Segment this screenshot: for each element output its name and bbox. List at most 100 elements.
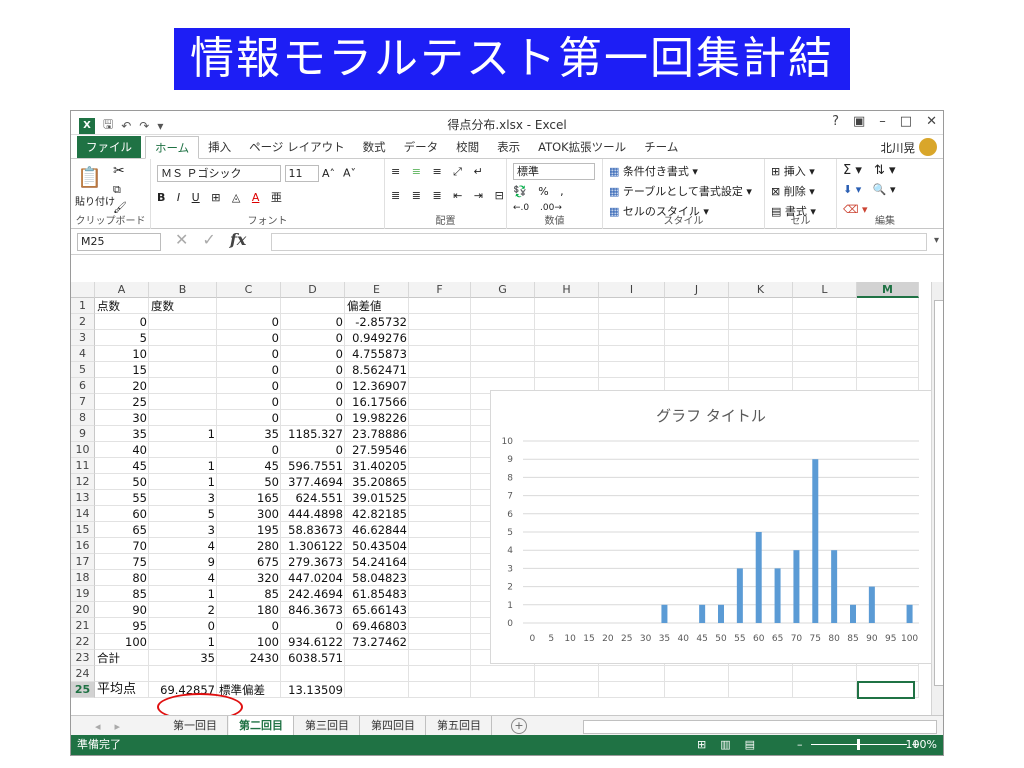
- find-select-icon[interactable]: 🔍 ▾: [873, 183, 896, 196]
- column-header-l[interactable]: L: [793, 282, 857, 298]
- cancel-icon[interactable]: ✕: [175, 230, 188, 249]
- enter-icon[interactable]: ✓: [202, 230, 215, 249]
- cell-d21[interactable]: 0: [281, 618, 345, 634]
- paste-button[interactable]: 貼り付け: [75, 193, 115, 208]
- cell-c11[interactable]: 45: [217, 458, 281, 474]
- cell-c19[interactable]: 85: [217, 586, 281, 602]
- cell-e5[interactable]: 8.562471: [345, 362, 409, 378]
- row-header-8[interactable]: 8: [71, 410, 95, 426]
- cell-d13[interactable]: 624.551: [281, 490, 345, 506]
- row-header-7[interactable]: 7: [71, 394, 95, 410]
- cell-d3[interactable]: 0: [281, 330, 345, 346]
- cell-a20[interactable]: 90: [95, 602, 149, 618]
- formula-input[interactable]: [271, 233, 927, 251]
- user-name[interactable]: 北川晃: [881, 140, 916, 156]
- cell-d8[interactable]: 0: [281, 410, 345, 426]
- tab-view[interactable]: 表示: [488, 136, 529, 158]
- merge-cells-icon[interactable]: ⊟: [495, 189, 504, 202]
- row-header-25[interactable]: 25: [71, 682, 95, 698]
- column-header-b[interactable]: B: [149, 282, 217, 298]
- name-box[interactable]: M25: [77, 233, 161, 251]
- scrollbar-thumb[interactable]: [934, 300, 943, 686]
- cell-c12[interactable]: 50: [217, 474, 281, 490]
- cell-b23[interactable]: 35: [149, 650, 217, 666]
- cell-b1[interactable]: 度数: [149, 298, 217, 314]
- column-header-f[interactable]: F: [409, 282, 471, 298]
- cell-a16[interactable]: 70: [95, 538, 149, 554]
- expand-formula-bar-icon[interactable]: ▾: [934, 235, 939, 246]
- align-center-icon[interactable]: ≣: [412, 189, 421, 202]
- cell-e12[interactable]: 35.20865: [345, 474, 409, 490]
- cell-e2[interactable]: -2.85732: [345, 314, 409, 330]
- sheet-tab-2[interactable]: 第二回目: [229, 716, 294, 737]
- cell-d20[interactable]: 846.3673: [281, 602, 345, 618]
- help-button[interactable]: ?: [832, 114, 839, 129]
- cell-c16[interactable]: 280: [217, 538, 281, 554]
- row-header-2[interactable]: 2: [71, 314, 95, 330]
- shrink-font-icon[interactable]: A˅: [343, 167, 356, 180]
- row-header-20[interactable]: 20: [71, 602, 95, 618]
- row-header-16[interactable]: 16: [71, 538, 95, 554]
- column-header-a[interactable]: A: [95, 282, 149, 298]
- percent-icon[interactable]: %: [538, 185, 548, 198]
- zoom-slider-knob[interactable]: [857, 739, 860, 750]
- increase-indent-icon[interactable]: ⇥: [474, 189, 483, 202]
- fill-color-icon[interactable]: ◬: [232, 191, 240, 204]
- cell-b22[interactable]: 1: [149, 634, 217, 650]
- cell-d14[interactable]: 444.4898: [281, 506, 345, 522]
- cell-d25[interactable]: 13.13509: [281, 682, 345, 698]
- orientation-icon[interactable]: ⤢: [453, 165, 462, 179]
- cell-e13[interactable]: 39.01525: [345, 490, 409, 506]
- cell-c5[interactable]: 0: [217, 362, 281, 378]
- cell-e18[interactable]: 58.04823: [345, 570, 409, 586]
- cell-a4[interactable]: 10: [95, 346, 149, 362]
- row-header-23[interactable]: 23: [71, 650, 95, 666]
- column-header-k[interactable]: K: [729, 282, 793, 298]
- cell-e21[interactable]: 69.46803: [345, 618, 409, 634]
- cell-d19[interactable]: 242.4694: [281, 586, 345, 602]
- cell-b14[interactable]: 5: [149, 506, 217, 522]
- font-name-select[interactable]: ＭＳ Ｐゴシック: [157, 165, 281, 182]
- cell-e8[interactable]: 19.98226: [345, 410, 409, 426]
- cell-a7[interactable]: 25: [95, 394, 149, 410]
- column-header-j[interactable]: J: [665, 282, 729, 298]
- cell-c14[interactable]: 300: [217, 506, 281, 522]
- cell-c18[interactable]: 320: [217, 570, 281, 586]
- select-all-corner[interactable]: [71, 282, 95, 298]
- chart-area[interactable]: グラフ タイトル 0 1 2 3 4 5 6 7 8 9 10 0 5 10 15 20 25 30 35 40 45 5…: [490, 390, 932, 664]
- conditional-format-button[interactable]: 条件付き書式: [623, 165, 689, 178]
- cell-c13[interactable]: 165: [217, 490, 281, 506]
- cell-a25[interactable]: 平均点: [95, 682, 149, 698]
- tab-review[interactable]: 校閲: [447, 136, 488, 158]
- cell-c2[interactable]: 0: [217, 314, 281, 330]
- cell-c3[interactable]: 0: [217, 330, 281, 346]
- tab-insert[interactable]: 挿入: [199, 136, 240, 158]
- row-header-10[interactable]: 10: [71, 442, 95, 458]
- row-header-1[interactable]: 1: [71, 298, 95, 314]
- cell-b20[interactable]: 2: [149, 602, 217, 618]
- cell-c23[interactable]: 2430: [217, 650, 281, 666]
- row-header-13[interactable]: 13: [71, 490, 95, 506]
- user-avatar[interactable]: [919, 138, 937, 156]
- cell-d9[interactable]: 1185.327: [281, 426, 345, 442]
- cell-d22[interactable]: 934.6122: [281, 634, 345, 650]
- cell-e20[interactable]: 65.66143: [345, 602, 409, 618]
- cell-a22[interactable]: 100: [95, 634, 149, 650]
- column-header-c[interactable]: C: [217, 282, 281, 298]
- ribbon-display-icon[interactable]: ▣: [853, 114, 865, 129]
- cell-b18[interactable]: 4: [149, 570, 217, 586]
- minimize-button[interactable]: –: [879, 114, 886, 129]
- cell-e4[interactable]: 4.755873: [345, 346, 409, 362]
- number-format-select[interactable]: 標準: [513, 163, 595, 180]
- row-header-12[interactable]: 12: [71, 474, 95, 490]
- column-header-d[interactable]: D: [281, 282, 345, 298]
- copy-icon[interactable]: ⧉: [113, 183, 121, 197]
- cell-e17[interactable]: 54.24164: [345, 554, 409, 570]
- cell-c22[interactable]: 100: [217, 634, 281, 650]
- cell-a10[interactable]: 40: [95, 442, 149, 458]
- cell-d6[interactable]: 0: [281, 378, 345, 394]
- underline-icon[interactable]: U: [192, 191, 200, 204]
- sheet-tab-4[interactable]: 第四回目: [361, 716, 426, 737]
- cell-a3[interactable]: 5: [95, 330, 149, 346]
- cell-d12[interactable]: 377.4694: [281, 474, 345, 490]
